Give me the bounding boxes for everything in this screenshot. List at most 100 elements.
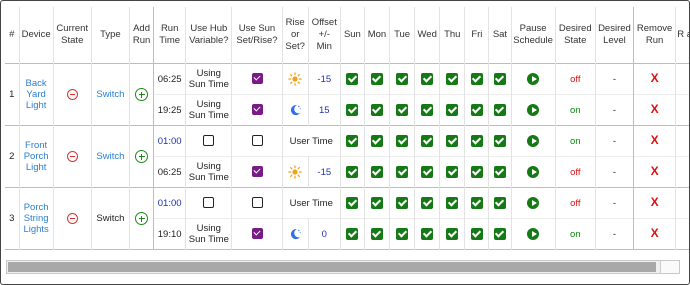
day-sun-checkbox[interactable] bbox=[346, 104, 359, 116]
run-time[interactable]: 19:25 bbox=[153, 94, 186, 126]
play-circle-icon[interactable] bbox=[527, 73, 540, 85]
day-fri-checkbox[interactable] bbox=[470, 73, 483, 85]
day-wed-checkbox[interactable] bbox=[421, 166, 434, 178]
day-sun-checkbox[interactable] bbox=[346, 197, 359, 209]
desired-state[interactable]: on bbox=[554, 94, 596, 126]
plus-circle-icon[interactable] bbox=[135, 88, 149, 101]
offset-value[interactable]: 15 bbox=[307, 94, 341, 126]
day-sun-checkbox[interactable] bbox=[346, 73, 359, 85]
day-mon-checkbox[interactable] bbox=[370, 166, 383, 178]
day-sun-checkbox[interactable] bbox=[346, 166, 359, 178]
day-mon-checkbox[interactable] bbox=[370, 104, 383, 116]
device-name-link[interactable]: Porch String Lights bbox=[18, 187, 54, 250]
device-name-link[interactable]: Front Porch Light bbox=[18, 125, 54, 188]
day-tue-checkbox[interactable] bbox=[396, 104, 409, 116]
run-time[interactable]: 01:00 bbox=[153, 125, 186, 157]
day-wed-checkbox[interactable] bbox=[421, 228, 434, 240]
use-sun-checkbox[interactable] bbox=[251, 135, 263, 147]
desired-state[interactable]: off bbox=[554, 187, 596, 219]
day-wed-checkbox[interactable] bbox=[421, 135, 434, 147]
day-thu-checkbox[interactable] bbox=[446, 135, 459, 147]
use-sun-checkbox[interactable] bbox=[251, 197, 263, 209]
day-fri-checkbox[interactable] bbox=[470, 104, 483, 116]
day-mon-checkbox[interactable] bbox=[370, 135, 383, 147]
day-sat-checkbox[interactable] bbox=[493, 166, 506, 178]
device-name-link[interactable]: Back Yard Light bbox=[18, 63, 54, 126]
use-sun-checkbox[interactable] bbox=[251, 73, 263, 85]
day-wed-checkbox[interactable] bbox=[421, 73, 434, 85]
offset-value[interactable]: -15 bbox=[307, 156, 341, 188]
horizontal-scrollbar[interactable] bbox=[6, 260, 680, 274]
day-tue-checkbox[interactable] bbox=[396, 135, 409, 147]
day-thu-checkbox[interactable] bbox=[446, 73, 459, 85]
remove-run-button[interactable]: X bbox=[651, 133, 659, 147]
header-fri: Fri bbox=[464, 7, 489, 64]
moon-icon[interactable] bbox=[288, 103, 302, 117]
day-wed-checkbox[interactable] bbox=[421, 104, 434, 116]
desired-state[interactable]: off bbox=[554, 63, 596, 95]
pause-schedule-cell bbox=[510, 218, 556, 250]
day-fri-checkbox[interactable] bbox=[470, 166, 483, 178]
use-hub-checkbox[interactable] bbox=[203, 135, 215, 147]
run-time[interactable]: 19:10 bbox=[153, 218, 186, 250]
plus-circle-icon[interactable] bbox=[135, 150, 149, 163]
use-hub-checkbox[interactable] bbox=[203, 197, 215, 209]
desired-level: - bbox=[594, 187, 634, 219]
current-state-cell bbox=[52, 125, 92, 188]
plus-circle-icon[interactable] bbox=[135, 212, 149, 225]
day-mon-checkbox[interactable] bbox=[370, 73, 383, 85]
offset-value[interactable]: 0 bbox=[307, 218, 341, 250]
day-thu-checkbox[interactable] bbox=[446, 197, 459, 209]
day-tue-checkbox[interactable] bbox=[396, 166, 409, 178]
offset-value[interactable]: -15 bbox=[307, 63, 341, 95]
day-sat-checkbox[interactable] bbox=[493, 73, 506, 85]
desired-state[interactable]: off bbox=[554, 156, 596, 188]
run-time[interactable]: 01:00 bbox=[153, 187, 186, 219]
day-sun-checkbox[interactable] bbox=[346, 135, 359, 147]
play-circle-icon[interactable] bbox=[527, 166, 540, 178]
day-sat-checkbox[interactable] bbox=[493, 104, 506, 116]
play-circle-icon[interactable] bbox=[527, 228, 540, 240]
moon-icon[interactable] bbox=[288, 227, 302, 241]
sun-icon[interactable] bbox=[288, 165, 302, 179]
remove-run-button[interactable]: X bbox=[651, 102, 659, 116]
day-mon-checkbox[interactable] bbox=[370, 197, 383, 209]
header-type: Type bbox=[90, 7, 130, 64]
day-thu-checkbox[interactable] bbox=[446, 228, 459, 240]
desired-state[interactable]: on bbox=[554, 218, 596, 250]
day-sun-checkbox[interactable] bbox=[346, 228, 359, 240]
rise-set-cell bbox=[281, 156, 309, 188]
day-tue-checkbox[interactable] bbox=[396, 197, 409, 209]
day-mon-checkbox[interactable] bbox=[370, 228, 383, 240]
use-hub-cell: Using Sun Time bbox=[185, 94, 232, 126]
run-time[interactable]: 06:25 bbox=[153, 156, 186, 188]
day-fri-checkbox[interactable] bbox=[470, 197, 483, 209]
day-sat-checkbox[interactable] bbox=[493, 197, 506, 209]
day-wed-checkbox[interactable] bbox=[421, 197, 434, 209]
play-circle-icon[interactable] bbox=[527, 197, 540, 209]
day-tue-checkbox[interactable] bbox=[396, 228, 409, 240]
remove-run-button[interactable]: X bbox=[651, 226, 659, 240]
desired-state[interactable]: on bbox=[554, 125, 596, 157]
day-thu-checkbox[interactable] bbox=[446, 104, 459, 116]
day-tue-checkbox[interactable] bbox=[396, 73, 409, 85]
use-sun-checkbox[interactable] bbox=[251, 228, 263, 240]
remove-run-button[interactable]: X bbox=[651, 164, 659, 178]
run-time[interactable]: 06:25 bbox=[153, 63, 186, 95]
day-thu-checkbox[interactable] bbox=[446, 166, 459, 178]
remove-run-button[interactable]: X bbox=[651, 195, 659, 209]
device-type-link[interactable]: Switch bbox=[90, 63, 130, 126]
day-fri-checkbox[interactable] bbox=[470, 135, 483, 147]
device-type-link[interactable]: Switch bbox=[90, 125, 130, 188]
use-sun-checkbox[interactable] bbox=[251, 104, 263, 116]
use-sun-checkbox[interactable] bbox=[251, 166, 263, 178]
play-circle-icon[interactable] bbox=[527, 135, 540, 147]
user-time-label: User Time bbox=[281, 187, 341, 219]
day-sat-checkbox[interactable] bbox=[493, 228, 506, 240]
day-sat-checkbox[interactable] bbox=[493, 135, 506, 147]
day-fri-checkbox[interactable] bbox=[470, 228, 483, 240]
remove-run-button[interactable]: X bbox=[651, 71, 659, 85]
scrollbar-thumb[interactable] bbox=[8, 262, 656, 272]
play-circle-icon[interactable] bbox=[527, 104, 540, 116]
sun-icon[interactable] bbox=[288, 72, 302, 86]
